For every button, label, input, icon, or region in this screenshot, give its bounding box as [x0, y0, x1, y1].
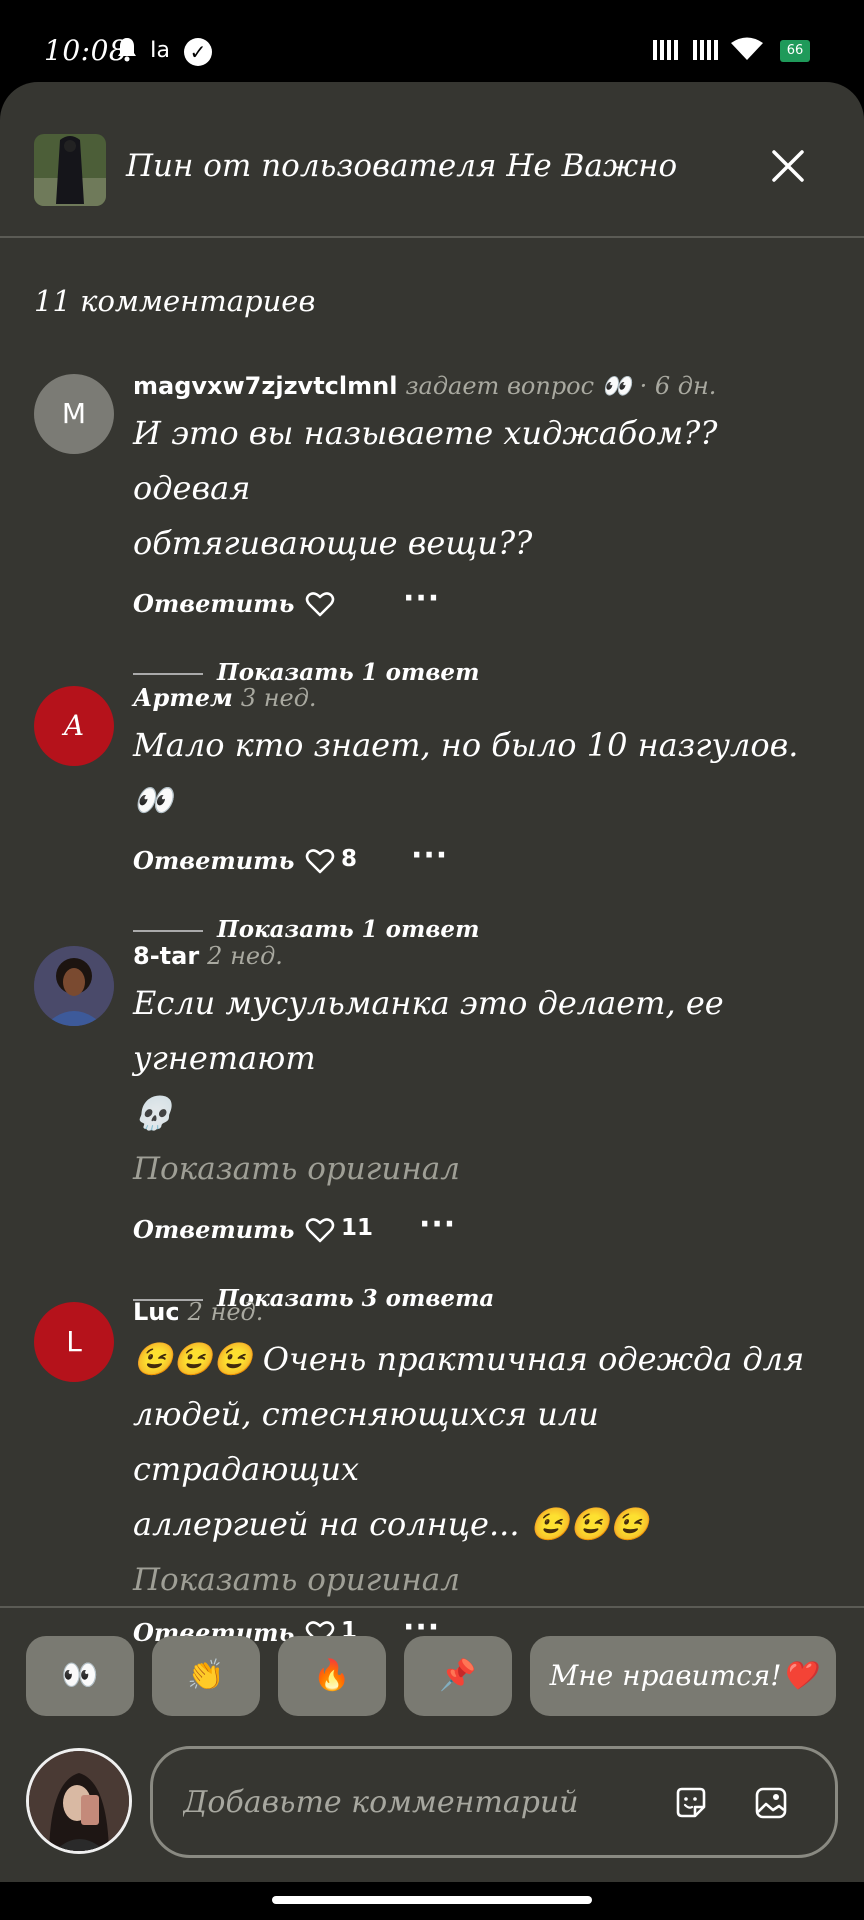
sheet-header: Пин от пользователя Не Важно [0, 82, 864, 238]
like-count: 11 [341, 1215, 374, 1241]
signal-icon [653, 40, 678, 60]
more-options-icon[interactable]: ··· [411, 838, 448, 873]
heart-icon[interactable] [305, 1215, 335, 1245]
comment-time: 3 нед. [240, 684, 317, 712]
status-bar: 10:08 Ia ✓ 66 [0, 0, 864, 82]
user-avatar[interactable] [26, 1748, 132, 1854]
comment-text: Если мусульманка это делает, ее угнетают… [133, 984, 724, 1132]
replies-line [133, 930, 203, 932]
comment-text: 😉😉😉 Очень практичная одежда для людей, с… [133, 1340, 805, 1543]
notification-icon [118, 38, 136, 62]
comment-actions: Ответить ··· [133, 577, 833, 633]
reaction-eyes[interactable]: 👀 [26, 1636, 134, 1716]
comment-username[interactable]: magvxw7zjzvtclmnl [133, 372, 397, 400]
pin-thumbnail[interactable] [34, 134, 106, 206]
header-title: Пин от пользователя Не Важно [126, 148, 678, 184]
reaction-fire[interactable]: 🔥 [278, 1636, 386, 1716]
signal-icon-2 [693, 40, 718, 60]
comment-tag: задает вопрос 👀 [405, 372, 632, 400]
comment-meta: Luc 2 нед. [133, 1296, 833, 1328]
comment-actions: Ответить 8 ··· [133, 834, 833, 890]
show-original-link[interactable]: Показать оригинал [133, 1141, 833, 1197]
status-time: 10:08 [44, 34, 128, 67]
comment-actions: Ответить 11 ··· [133, 1203, 833, 1259]
comment-input-box[interactable] [150, 1746, 838, 1858]
like-count: 8 [341, 846, 358, 872]
close-icon[interactable] [770, 148, 806, 184]
image-icon[interactable] [753, 1785, 789, 1821]
reaction-like[interactable]: Мне нравится!❤️ [530, 1636, 836, 1716]
sticker-icon[interactable] [673, 1785, 709, 1821]
comment-text: Мало кто знает, но было 10 назгулов. 👀 [133, 726, 799, 819]
replies-line [133, 673, 203, 675]
more-options-icon[interactable]: ··· [419, 1207, 456, 1242]
avatar[interactable] [34, 946, 114, 1026]
more-options-icon[interactable]: ··· [403, 581, 440, 616]
heart-icon[interactable] [305, 846, 335, 876]
show-replies-label: Показать 1 ответ [217, 916, 480, 943]
comment-meta: magvxw7zjzvtclmnl задает вопрос 👀 · 6 дн. [133, 370, 833, 402]
check-icon: ✓ [184, 38, 212, 66]
avatar[interactable]: M [34, 374, 114, 454]
comment-username[interactable]: Артем [133, 683, 233, 712]
carrier-label: Ia [150, 38, 170, 63]
comment-input[interactable] [183, 1775, 643, 1829]
wifi-icon [731, 37, 763, 60]
comment-meta: 8-tar 2 нед. [133, 940, 833, 972]
comment-text: И это вы называете хиджабом??одевая обтя… [133, 414, 718, 562]
comment-time: 2 нед. [207, 942, 283, 970]
reply-button[interactable]: Ответить [133, 846, 294, 875]
comment-username[interactable]: Luc [133, 1298, 180, 1326]
comments-sheet: Пин от пользователя Не Важно 11 коммента… [0, 82, 864, 1882]
comment-username[interactable]: 8-tar [133, 942, 199, 970]
avatar[interactable]: A [34, 686, 114, 766]
input-divider [0, 1606, 864, 1608]
reply-button[interactable]: Ответить [133, 589, 294, 618]
comment-time: 2 нед. [187, 1298, 264, 1326]
comment-meta: Артем 3 нед. [133, 682, 833, 714]
avatar[interactable]: L [34, 1302, 114, 1382]
battery-icon: 66 [780, 40, 810, 62]
home-indicator[interactable] [272, 1896, 592, 1904]
reaction-clap[interactable]: 👏 [152, 1636, 260, 1716]
comment-time: · 6 дн. [639, 372, 717, 400]
reaction-pin[interactable]: 📌 [404, 1636, 512, 1716]
reply-button[interactable]: Ответить [133, 1215, 294, 1244]
show-original-link[interactable]: Показать оригинал [133, 1552, 833, 1608]
heart-icon[interactable] [305, 589, 335, 619]
comments-count: 11 комментариев [34, 284, 316, 318]
